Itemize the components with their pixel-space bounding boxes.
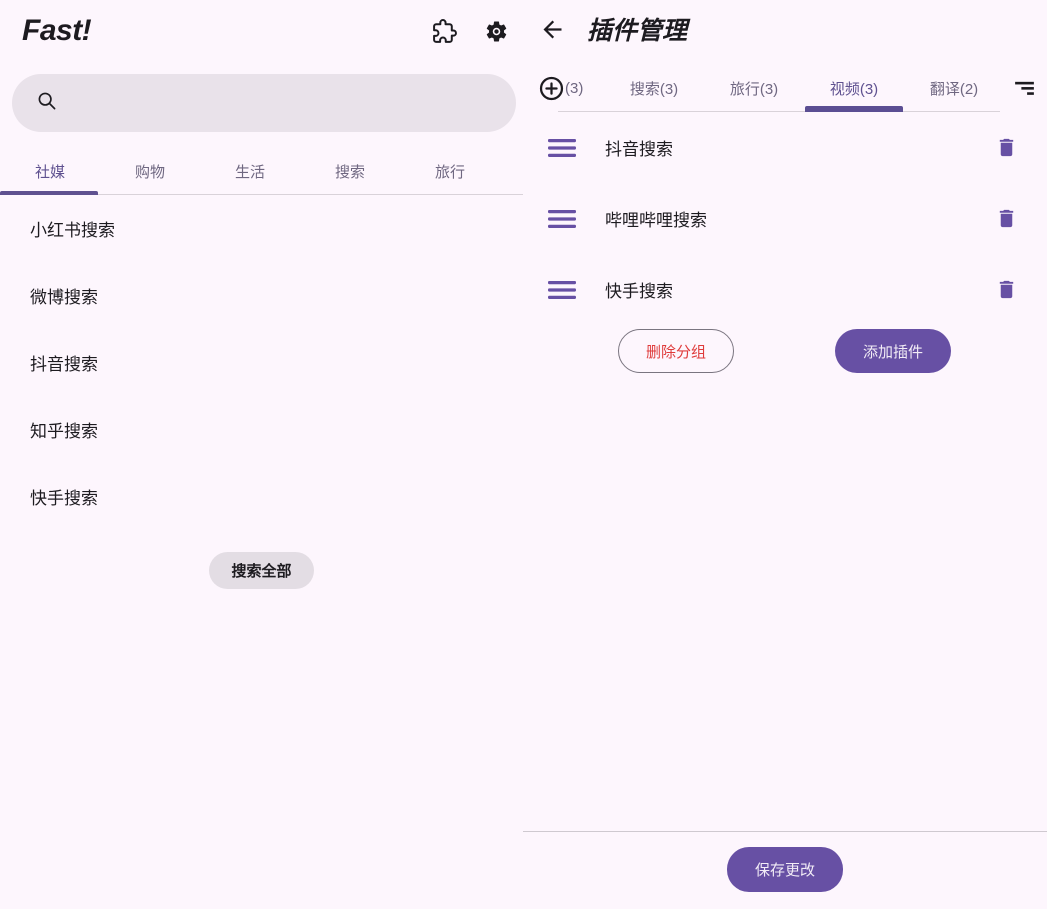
sort-icon — [1012, 76, 1037, 101]
save-changes-button[interactable]: 保存更改 — [727, 847, 843, 892]
search-all-button[interactable]: 搜索全部 — [209, 552, 313, 589]
add-group-button[interactable] — [537, 74, 565, 102]
tab-social[interactable]: 社媒 — [0, 148, 100, 195]
back-button[interactable] — [539, 16, 566, 43]
delete-plugin-button[interactable] — [995, 207, 1018, 230]
tab-label: 购物 — [135, 161, 165, 182]
tab-label: 翻译(2) — [930, 78, 978, 99]
tab-life[interactable]: 生活 — [200, 148, 300, 195]
drag-handle-icon[interactable] — [548, 138, 576, 158]
extension-button[interactable] — [432, 19, 457, 44]
trash-icon — [995, 136, 1018, 159]
home-pane: Fast! — [0, 0, 523, 909]
tab-label: 视频(3) — [830, 78, 878, 99]
list-item[interactable]: 知乎搜索 — [0, 396, 523, 463]
tab-group-travel[interactable]: 旅行(3) — [704, 64, 804, 112]
delete-plugin-button[interactable] — [995, 136, 1018, 159]
spacer — [523, 373, 1047, 831]
page-title: 插件管理 — [587, 11, 687, 47]
search-all-wrap: 搜索全部 — [0, 552, 523, 589]
list-item[interactable]: 快手搜索 — [0, 463, 523, 530]
tab-group-video[interactable]: 视频(3) — [804, 64, 904, 112]
tab-label: (3) — [565, 80, 583, 97]
tab-indicator — [0, 191, 98, 195]
sort-button[interactable] — [1012, 76, 1037, 101]
tab-shopping[interactable]: 购物 — [100, 148, 200, 195]
plugin-name: 哔哩哔哩搜索 — [605, 206, 995, 231]
group-tab-bar: 社媒 购物 生活 搜索 旅行 — [0, 148, 523, 195]
tab-label: 搜索 — [335, 161, 365, 182]
app-title: Fast! — [22, 14, 91, 48]
tab-group-0[interactable]: (3) — [565, 64, 604, 112]
tab-group-translate[interactable]: 翻译(2) — [904, 64, 1004, 112]
tab-label: 生活 — [235, 161, 265, 182]
add-plugin-button[interactable]: 添加插件 — [835, 329, 951, 373]
plus-circle-icon — [538, 75, 565, 102]
search-bar[interactable] — [12, 74, 516, 132]
plugin-name: 抖音搜索 — [605, 135, 995, 160]
tab-label: 搜索(3) — [630, 78, 678, 99]
tab-search[interactable]: 搜索 — [300, 148, 400, 195]
group-actions: 删除分组 添加插件 — [523, 329, 1047, 373]
plugin-row: 抖音搜索 — [523, 112, 1047, 183]
plugin-row: 哔哩哔哩搜索 — [523, 183, 1047, 254]
plugin-shortcut-list: 小红书搜索 微博搜索 抖音搜索 知乎搜索 快手搜索 — [0, 195, 523, 530]
drag-handle-icon[interactable] — [548, 209, 576, 229]
settings-button[interactable] — [484, 19, 509, 44]
tab-indicator — [805, 106, 903, 112]
bottom-bar: 保存更改 — [523, 831, 1047, 909]
drag-handle-icon[interactable] — [548, 280, 576, 300]
tab-label: 旅行 — [435, 161, 465, 182]
gear-icon — [484, 19, 509, 44]
app-window: Fast! — [0, 0, 1047, 909]
left-header: Fast! — [0, 0, 523, 54]
plugin-manager-pane: 插件管理 (3) 搜索(3) 旅行(3) — [523, 0, 1047, 909]
plugin-group-tab-bar: (3) 搜索(3) 旅行(3) 视频(3) 翻译(2) — [523, 64, 1047, 112]
tab-label: 旅行(3) — [730, 78, 778, 99]
trash-icon — [995, 278, 1018, 301]
list-item[interactable]: 微博搜索 — [0, 262, 523, 329]
header-actions — [432, 19, 509, 44]
list-item[interactable]: 小红书搜索 — [0, 195, 523, 262]
search-icon — [36, 90, 58, 117]
tab-group-search[interactable]: 搜索(3) — [604, 64, 704, 112]
plugin-manager-header: 插件管理 — [523, 0, 1047, 50]
arrow-left-icon — [539, 16, 566, 43]
list-item[interactable]: 抖音搜索 — [0, 329, 523, 396]
plugin-name: 快手搜索 — [605, 277, 995, 302]
tab-travel[interactable]: 旅行 — [400, 148, 500, 195]
tab-bar-divider — [558, 111, 1000, 112]
delete-plugin-button[interactable] — [995, 278, 1018, 301]
search-input[interactable] — [72, 74, 516, 132]
delete-group-button[interactable]: 删除分组 — [618, 329, 734, 373]
trash-icon — [995, 207, 1018, 230]
plugin-row: 快手搜索 — [523, 254, 1047, 325]
plugin-list: 抖音搜索 哔哩哔哩搜索 — [523, 112, 1047, 325]
extension-icon — [432, 19, 457, 44]
tab-label: 社媒 — [35, 161, 65, 182]
